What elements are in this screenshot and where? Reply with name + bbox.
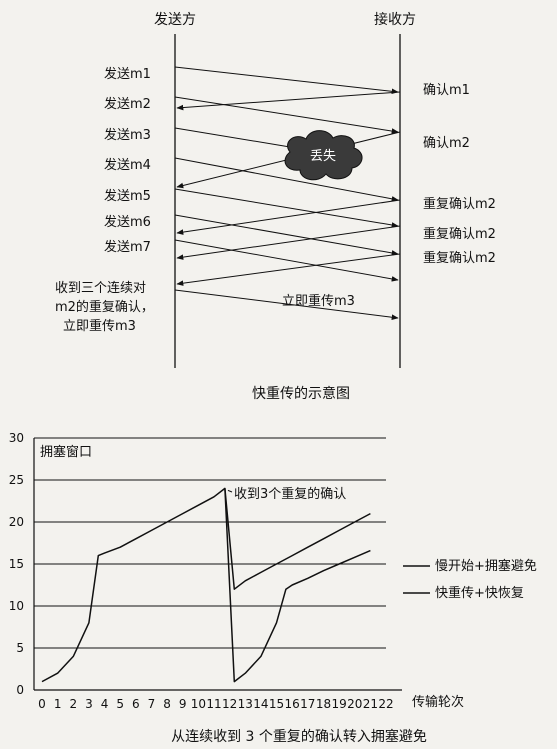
sender-note-line-1: 收到三个连续对: [55, 280, 146, 296]
ack-m1-label: 确认m1: [423, 83, 470, 98]
x-tick-9: 9: [179, 697, 187, 711]
retransmit-label: 立即重传m3: [282, 293, 355, 309]
x-tick-20: 20: [347, 697, 362, 711]
dup-ack-1-label: 重复确认m2: [423, 196, 496, 212]
legend-label-1: 慢开始+拥塞避免: [435, 558, 537, 574]
diagram1-caption: 快重传的示意图: [252, 385, 350, 402]
send-m5-label: 发送m5: [104, 188, 151, 204]
x-tick-3: 3: [85, 697, 93, 711]
x-tick-11: 11: [206, 697, 221, 711]
y-tick-25: 25: [9, 473, 24, 487]
x-tick-12: 12: [222, 697, 237, 711]
chart-grid: [34, 437, 386, 649]
x-tick-14: 14: [253, 697, 268, 711]
x-tick-13: 13: [238, 697, 253, 711]
fast-retransmit-diagram: 发送方 接收方 发送m1 发送m2 发送m3 发送m4 发送m5 发送m6 发送…: [55, 11, 496, 402]
dup-ack-2-label: 重复确认m2: [423, 226, 496, 242]
y-tick-0: 0: [16, 683, 24, 697]
dup-ack-3-arrow: [176, 253, 401, 286]
send-m3-label: 发送m3: [104, 127, 151, 143]
dup-ack-2-arrow: [176, 225, 401, 260]
dup-ack-1-arrow: [176, 199, 401, 235]
x-tick-2: 2: [69, 697, 77, 711]
x-tick-18: 18: [316, 697, 331, 711]
chart-series: [41, 487, 371, 683]
lost-label: 丢失: [310, 149, 336, 164]
send-m1-arrow: [174, 66, 399, 95]
send-m2-label: 发送m2: [104, 96, 151, 112]
send-m4-label: 发送m4: [104, 157, 151, 173]
chart-caption: 从连续收到 3 个重复的确认转入拥塞避免: [171, 728, 427, 745]
cwnd-chart: 051015202530 0 1 2 3 4 5 6 7 8 9 10 11 12 13 14 15 16 17 1…: [9, 431, 537, 745]
send-m2-arrow: [174, 96, 399, 134]
x-tick-10: 10: [191, 697, 206, 711]
x-tick-15: 15: [269, 697, 284, 711]
x-tick-4: 4: [101, 697, 109, 711]
receiver-label: 接收方: [374, 11, 416, 28]
x-tick-5: 5: [116, 697, 124, 711]
x-tick-21: 21: [363, 697, 378, 711]
x-tick-labels: 0 1 2 3 4 5 6 7 8 9 10 11 12 13 14 15 16 17 18 19 20 21 22: [38, 697, 393, 711]
send-m3-arrow-lost: [174, 127, 291, 148]
x-tick-19: 19: [331, 697, 346, 711]
annotation-pointer: [227, 489, 233, 493]
sender-note-line-2: m2的重复确认，: [55, 299, 154, 315]
y-tick-15: 15: [9, 557, 24, 571]
y-tick-labels: 0 5 10 15 20 25 30: [9, 431, 24, 697]
sender-note-line-3: 立即重传m3: [63, 318, 136, 334]
ack-m1-arrow: [176, 91, 401, 111]
sender-label: 发送方: [154, 12, 196, 28]
x-tick-8: 8: [163, 697, 171, 711]
figure-page: 发送方 接收方 发送m1 发送m2 发送m3 发送m4 发送m5 发送m6 发送…: [9, 11, 537, 745]
legend-label-2: 快重传+快恢复: [435, 585, 524, 601]
send-m7-label: 发送m7: [104, 239, 151, 255]
x-tick-6: 6: [132, 697, 140, 711]
x-tick-22: 22: [378, 697, 393, 711]
send-m7-arrow: [174, 239, 399, 282]
lost-cloud-icon: 丢失: [284, 130, 363, 181]
series-line-2: [224, 488, 371, 683]
ack-m2-label: 确认m2: [423, 136, 470, 151]
x-tick-1: 1: [54, 697, 62, 711]
y-tick-30: 30: [9, 431, 24, 445]
y-tick-20: 20: [9, 515, 24, 529]
series-line-1: [41, 487, 371, 683]
x-axis-label: 传输轮次: [412, 694, 464, 710]
x-tick-0: 0: [38, 697, 46, 711]
y-tick-10: 10: [9, 599, 24, 613]
x-tick-16: 16: [285, 697, 300, 711]
y-axis-label: 拥塞窗口: [40, 444, 92, 460]
dup-ack-3-label: 重复确认m2: [423, 250, 496, 266]
x-tick-17: 17: [300, 697, 315, 711]
annotation-label: 收到3个重复的确认: [234, 486, 346, 502]
send-m1-label: 发送m1: [104, 66, 151, 82]
y-tick-5: 5: [16, 641, 24, 655]
send-m6-label: 发送m6: [104, 214, 151, 230]
x-tick-7: 7: [148, 697, 156, 711]
